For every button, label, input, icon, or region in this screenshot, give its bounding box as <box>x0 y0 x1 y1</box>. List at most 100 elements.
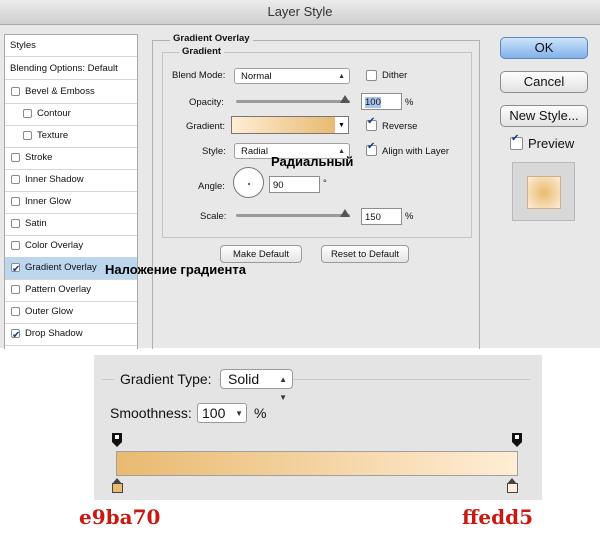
sidebar-item-label: Contour <box>37 108 71 119</box>
stroke-checkbox[interactable] <box>11 153 20 162</box>
new-style-button[interactable]: New Style... <box>500 105 588 127</box>
color-stop-left[interactable] <box>112 478 123 494</box>
opacity-slider[interactable] <box>236 100 350 103</box>
opacity-input[interactable]: 100 <box>361 93 402 110</box>
align-with-layer-label: Align with Layer <box>382 146 450 157</box>
gradient-label: Gradient: <box>186 121 226 132</box>
updown-arrow-icon: ▲ ▼ <box>279 375 287 402</box>
opacity-slider-knob[interactable] <box>340 95 350 103</box>
sidebar-item-color-overlay[interactable]: Color Overlay <box>5 235 137 258</box>
reverse-label: Reverse <box>382 121 418 132</box>
gradient-preview-swatch[interactable] <box>231 116 336 134</box>
sidebar-item-label: Inner Shadow <box>25 174 84 185</box>
blend-mode-value: Normal <box>241 71 272 82</box>
sidebar-item-drop-shadow[interactable]: Drop Shadow <box>5 323 137 347</box>
scale-unit: % <box>405 211 414 222</box>
window-title: Layer Style <box>0 0 600 25</box>
blend-mode-select[interactable]: Normal ▲ <box>234 68 350 84</box>
ok-button[interactable]: OK <box>500 37 588 59</box>
preview-label: Preview <box>528 136 575 151</box>
gradient-type-select[interactable]: Solid ▲ ▼ <box>220 369 293 402</box>
smoothness-input[interactable]: 100 ▼ <box>197 403 247 423</box>
angle-label: Angle: <box>198 181 225 192</box>
opacity-stop-right[interactable] <box>512 433 522 447</box>
gradient-dropdown-arrow-icon[interactable]: ▼ <box>335 116 349 134</box>
outer-glow-checkbox[interactable] <box>11 307 20 316</box>
style-label: Style: <box>202 146 226 157</box>
gradient-bar[interactable] <box>116 451 518 476</box>
angle-dial[interactable] <box>233 167 264 198</box>
preview-checkbox[interactable] <box>510 133 523 150</box>
sidebar-item-label: Outer Glow <box>25 306 74 317</box>
inner-shadow-checkbox[interactable] <box>11 175 20 184</box>
bevel-emboss-checkbox[interactable] <box>11 87 20 96</box>
sidebar-item-outer-glow[interactable]: Outer Glow <box>5 301 137 324</box>
sidebar-item-satin[interactable]: Satin <box>5 213 137 236</box>
gradient-overlay-annotation: Наложение градиента <box>105 262 246 277</box>
sidebar-item-label: Styles <box>10 40 36 51</box>
radial-annotation: Радиальный <box>271 154 354 169</box>
make-default-button[interactable]: Make Default <box>220 245 302 263</box>
gradient-overlay-checkbox[interactable] <box>11 259 20 281</box>
opacity-value: 100 <box>365 97 381 108</box>
sidebar-item-inner-glow[interactable]: Inner Glow <box>5 191 137 214</box>
sidebar-item-label: Blending Options: Default <box>10 63 118 74</box>
sidebar-item-texture[interactable]: Texture <box>5 125 137 148</box>
cancel-button[interactable]: Cancel <box>500 71 588 93</box>
scale-label: Scale: <box>200 211 227 222</box>
sidebar-item-styles[interactable]: Styles <box>5 35 137 57</box>
sidebar-item-label: Color Overlay <box>25 240 84 251</box>
smoothness-unit: % <box>254 405 267 421</box>
pattern-overlay-checkbox[interactable] <box>11 285 20 294</box>
sidebar-item-bevel-emboss[interactable]: Bevel & Emboss <box>5 81 137 104</box>
sidebar-item-label: Texture <box>37 130 69 141</box>
styles-sidebar: Styles Blending Options: Default Bevel &… <box>4 34 138 349</box>
drop-shadow-checkbox[interactable] <box>11 325 20 347</box>
color-stop-right[interactable] <box>507 478 518 494</box>
opacity-label: Opacity: <box>189 97 224 108</box>
sidebar-item-label: Gradient Overlay <box>25 262 97 273</box>
reverse-checkbox[interactable] <box>366 116 377 131</box>
layer-style-dialog: Layer Style Styles Blending Options: Def… <box>0 0 600 349</box>
end-color-hex: ffedd5 <box>462 505 534 529</box>
sidebar-item-pattern-overlay[interactable]: Pattern Overlay <box>5 279 137 302</box>
style-value: Radial <box>241 146 268 157</box>
sidebar-item-blending-options[interactable]: Blending Options: Default <box>5 58 137 80</box>
sidebar-item-stroke[interactable]: Stroke <box>5 147 137 170</box>
scale-input[interactable]: 150 <box>361 208 402 225</box>
opacity-unit: % <box>405 97 414 108</box>
preview-swatch <box>527 176 561 209</box>
inner-glow-checkbox[interactable] <box>11 197 20 206</box>
color-overlay-checkbox[interactable] <box>11 241 20 250</box>
updown-arrow-icon: ▲ <box>338 73 345 80</box>
opacity-stop-left[interactable] <box>112 433 122 447</box>
sidebar-item-label: Pattern Overlay <box>25 284 91 295</box>
smoothness-value: 100 <box>202 405 226 421</box>
scale-slider[interactable] <box>236 214 350 217</box>
contour-checkbox[interactable] <box>23 109 32 118</box>
sidebar-item-label: Drop Shadow <box>25 328 83 339</box>
panel-subtitle: Gradient <box>179 46 225 57</box>
sidebar-item-label: Inner Glow <box>25 196 71 207</box>
scale-slider-knob[interactable] <box>340 209 350 217</box>
chevron-down-icon: ▼ <box>235 409 243 418</box>
style-preview <box>512 162 575 221</box>
sidebar-item-contour[interactable]: Contour <box>5 103 137 126</box>
dither-label: Dither <box>382 70 408 81</box>
sidebar-item-label: Satin <box>25 218 47 229</box>
align-with-layer-checkbox[interactable] <box>366 141 377 156</box>
blend-mode-label: Blend Mode: <box>172 70 226 81</box>
angle-value: 90 <box>273 180 284 191</box>
sidebar-item-label: Bevel & Emboss <box>25 86 95 97</box>
sidebar-item-inner-shadow[interactable]: Inner Shadow <box>5 169 137 192</box>
scale-value: 150 <box>365 212 381 223</box>
angle-input[interactable]: 90 <box>269 176 320 193</box>
start-color-hex: e9ba70 <box>79 505 161 529</box>
sidebar-item-label: Stroke <box>25 152 53 163</box>
dither-checkbox[interactable] <box>366 70 377 81</box>
smoothness-label: Smoothness: <box>110 405 192 421</box>
satin-checkbox[interactable] <box>11 219 20 228</box>
texture-checkbox[interactable] <box>23 131 32 140</box>
gradient-type-value: Solid <box>228 371 260 387</box>
reset-to-default-button[interactable]: Reset to Default <box>321 245 409 263</box>
